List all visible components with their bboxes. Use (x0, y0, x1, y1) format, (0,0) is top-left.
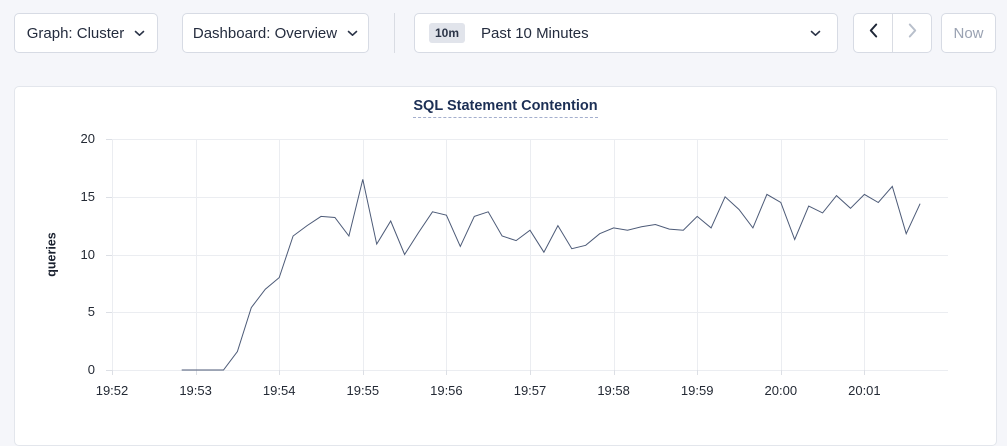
time-shift-prev-button[interactable] (854, 14, 892, 52)
now-button[interactable]: Now (941, 13, 996, 53)
time-range-badge: 10m (429, 23, 465, 43)
x-tick-label: 20:00 (751, 383, 811, 399)
graph-dropdown-label: Graph: Cluster (27, 25, 125, 42)
chevron-down-icon (134, 30, 145, 37)
x-tick-label: 19:55 (333, 383, 393, 399)
time-shift-button-group (853, 13, 932, 53)
chevron-right-icon (908, 23, 917, 43)
time-range-dropdown[interactable]: 10m Past 10 Minutes (414, 13, 838, 53)
y-tick-label: 5 (53, 304, 95, 320)
x-tick-label: 19:56 (416, 383, 476, 399)
x-tick-label: 19:58 (584, 383, 644, 399)
x-tick-label: 19:53 (166, 383, 226, 399)
chart-card: SQL Statement Contention queries 0510152… (14, 86, 997, 446)
series-line (182, 179, 920, 370)
now-button-label: Now (953, 25, 983, 42)
x-tick-label: 20:01 (834, 383, 894, 399)
dashboard-dropdown-label: Dashboard: Overview (193, 25, 337, 42)
y-tick-label: 10 (53, 247, 95, 263)
chart-title-link[interactable]: SQL Statement Contention (413, 98, 597, 118)
chevron-down-icon (810, 30, 821, 37)
y-tick-label: 0 (53, 362, 95, 378)
toolbar-divider (394, 13, 395, 53)
chart-plot-area[interactable] (112, 139, 948, 370)
time-range-label: Past 10 Minutes (481, 25, 589, 42)
x-tick-label: 19:59 (667, 383, 727, 399)
time-shift-next-button[interactable] (892, 14, 931, 52)
x-tick-label: 19:54 (249, 383, 309, 399)
x-tick-label: 19:57 (500, 383, 560, 399)
y-tick-label: 15 (53, 189, 95, 205)
chevron-left-icon (869, 23, 878, 43)
chart-title: SQL Statement Contention (15, 97, 996, 118)
dashboard-dropdown[interactable]: Dashboard: Overview (182, 13, 369, 53)
x-tick-label: 19:52 (82, 383, 142, 399)
y-tick-label: 20 (53, 131, 95, 147)
toolbar: Graph: Cluster Dashboard: Overview 10m P… (0, 0, 1007, 86)
graph-dropdown[interactable]: Graph: Cluster (14, 13, 158, 53)
chevron-down-icon (347, 30, 358, 37)
